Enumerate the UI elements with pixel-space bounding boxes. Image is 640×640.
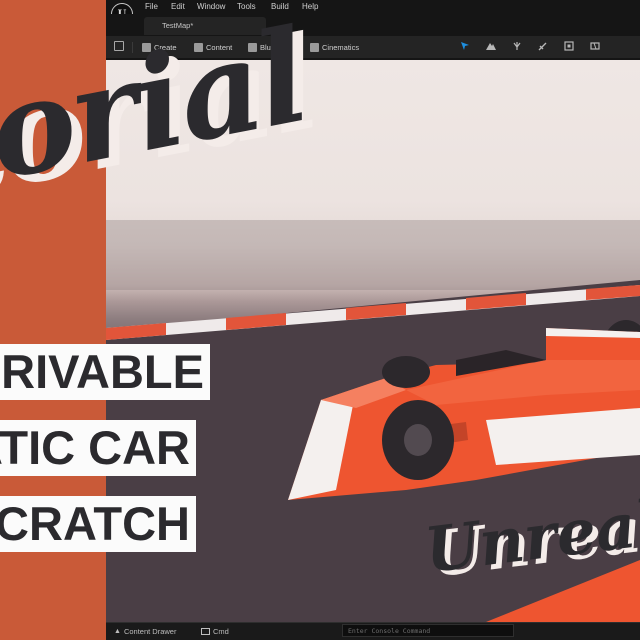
select-mode-icon[interactable] — [460, 41, 470, 51]
modeling-mode-icon[interactable] — [564, 41, 574, 51]
menu-file[interactable]: File — [145, 2, 158, 11]
cmd-label: Cmd — [213, 627, 229, 636]
chevron-up-icon: ▲ — [114, 628, 121, 635]
wheel-hub — [404, 424, 432, 456]
menu-bar — [106, 0, 640, 14]
foliage-mode-icon[interactable] — [512, 41, 522, 51]
landscape-mode-icon[interactable] — [486, 41, 496, 51]
car-rear-wheel — [382, 356, 430, 388]
cinematics-button[interactable]: Cinematics — [310, 41, 359, 54]
caption-line-3: I SCRATCH — [0, 496, 196, 552]
cinematics-label: Cinematics — [322, 43, 360, 52]
menu-edit[interactable]: Edit — [171, 2, 185, 11]
menu-help[interactable]: Help — [302, 2, 318, 11]
content-drawer-button[interactable]: ▲ Content Drawer — [114, 627, 176, 636]
caption-line-2: MATIC CAR — [0, 420, 196, 476]
paint-mode-icon[interactable] — [538, 41, 548, 51]
content-drawer-label: Content Drawer — [123, 627, 177, 636]
clapperboard-icon — [310, 43, 319, 52]
console-command-input[interactable]: Enter Console Command — [342, 624, 514, 637]
terminal-icon — [201, 628, 210, 635]
fracture-mode-icon[interactable] — [590, 41, 600, 51]
caption-line-1: Y DRIVABLE — [0, 344, 210, 400]
cmd-button[interactable]: Cmd — [201, 627, 229, 636]
menu-window[interactable]: Window — [197, 2, 225, 11]
